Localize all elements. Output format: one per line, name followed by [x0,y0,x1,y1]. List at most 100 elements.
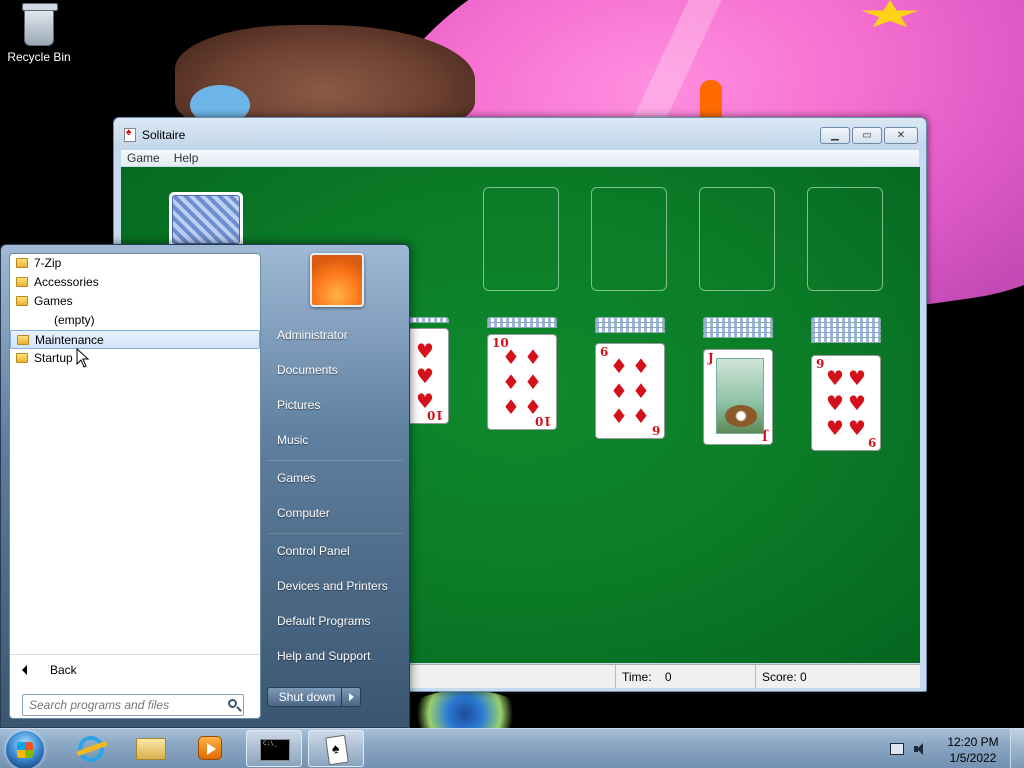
folder-icon [17,335,29,345]
program-folder-accessories[interactable]: Accessories [10,273,260,292]
close-button[interactable]: ✕ [884,127,918,144]
start-menu[interactable]: 7-Zip Accessories Games (empty) Maintena… [0,244,410,728]
recycle-bin-icon [22,3,58,46]
back-label: Back [50,663,77,677]
command-prompt-icon: C:\_ [260,739,290,761]
solitaire-menubar: Game Help [121,150,919,166]
card-rank-bottom: 9 [867,435,876,449]
program-label: 7-Zip [34,256,62,270]
taskbar-windows-explorer[interactable] [122,730,178,767]
facedown-card [595,327,665,333]
taskbar: C:\_ 12:20 PM 1/5/2022 [0,728,1024,768]
minimize-button[interactable]: ▁ [820,127,850,144]
link-computer[interactable]: Computer [267,499,403,534]
score-display: Score: 0 [755,665,920,689]
program-subitem-empty: (empty) [10,311,260,330]
foundation-slot[interactable] [591,187,667,291]
foundation-slot[interactable] [807,187,883,291]
window-title: Solitaire [142,128,186,142]
search-input[interactable] [29,697,219,713]
facedown-card [811,337,881,343]
link-games[interactable]: Games [267,464,403,499]
folder-icon [16,277,28,287]
link-pictures[interactable]: Pictures [267,391,403,426]
link-devices-and-printers[interactable]: Devices and Printers [267,572,403,607]
link-documents[interactable]: Documents [267,356,403,391]
wallpaper-bottom-shape [410,690,520,730]
back-arrow-icon [22,665,27,675]
taskbar-command-prompt[interactable]: C:\_ [246,730,302,767]
facedown-card [487,322,557,328]
stock-pile[interactable] [169,192,243,247]
maximize-button[interactable]: ▭ [852,127,882,144]
jack-face-art [716,358,764,434]
start-search-box[interactable] [22,694,244,716]
card-pips: ♥♥♥♥♥♥ [826,366,866,440]
card-rank-bottom: 6 [651,423,660,437]
tableau-card[interactable]: 9 ♥ ♥ ♥ ♥ ♥ ♥ 9 [811,355,881,451]
solitaire-icon [325,734,349,766]
folder-icon [16,296,28,306]
show-desktop-button[interactable] [1010,729,1024,768]
facedown-card [703,332,773,338]
menu-help[interactable]: Help [174,150,199,166]
start-button[interactable] [6,731,44,768]
program-folder-games[interactable]: Games [10,292,260,311]
score-label: Score: [762,670,797,684]
solitaire-app-icon [124,127,136,142]
folder-icon [16,258,28,268]
score-value: 0 [800,670,807,684]
clock-date: 1/5/2022 [949,751,997,765]
program-label: (empty) [54,313,95,327]
card-rank-bottom: J [762,429,768,443]
card-rank-bottom: 10 [535,414,552,428]
card-pips: ♦ ♦ ♦ ♦ ♦ ♦ [610,354,650,428]
windows-explorer-icon [136,738,166,760]
link-help-and-support[interactable]: Help and Support [267,642,403,677]
clock-time: 12:20 PM [947,735,999,749]
time-value: 0 [664,670,672,684]
recycle-bin-label: Recycle Bin [7,50,71,64]
program-folder-startup[interactable]: Startup [10,349,260,368]
network-icon[interactable] [890,743,904,755]
link-default-programs[interactable]: Default Programs [267,607,403,642]
foundation-slot[interactable] [699,187,775,291]
solitaire-titlebar[interactable]: Solitaire ▁ ▭ ✕ [114,118,926,150]
link-control-panel[interactable]: Control Panel [267,537,403,572]
taskbar-solitaire[interactable] [308,730,364,767]
folder-icon [16,353,28,363]
volume-icon[interactable] [914,743,926,755]
tableau-card[interactable]: 6 ♦ ♦ ♦ ♦ ♦ ♦ 6 [595,343,665,439]
foundation-slot[interactable] [483,187,559,291]
card-rank: J [708,351,714,365]
card-pips: ♦ ♦ ♦ ♦ ♦ ♦ [502,345,542,419]
program-folder-maintenance[interactable]: Maintenance [10,330,260,349]
tableau-card[interactable]: 10 ♦ ♦ ♦ ♦ ♦ ♦ 10 [487,334,557,430]
taskbar-internet-explorer[interactable] [62,730,118,767]
shutdown-options-button[interactable] [341,687,361,707]
minimize-icon: ▁ [831,130,839,141]
program-label: Accessories [34,275,99,289]
close-icon: ✕ [896,130,906,141]
shutdown-button[interactable]: Shut down [267,687,347,707]
tableau-card[interactable]: J J [703,349,773,445]
all-programs-list: 7-Zip Accessories Games (empty) Maintena… [10,254,260,368]
link-administrator[interactable]: Administrator [267,321,403,356]
media-player-icon [198,736,222,760]
card-rank-bottom: 10 [427,408,444,422]
recycle-bin[interactable]: Recycle Bin [6,3,72,64]
program-label: Games [34,294,73,308]
user-avatar[interactable] [310,253,364,307]
time-label: Time: [622,670,652,684]
maximize-icon: ▭ [862,130,872,141]
program-folder-7zip[interactable]: 7-Zip [10,254,260,273]
time-display: Time: 0 [615,665,755,689]
program-label: Maintenance [35,333,104,347]
link-music[interactable]: Music [267,426,403,461]
taskbar-media-player[interactable] [182,730,238,767]
search-icon[interactable] [228,699,237,708]
card-back [172,195,240,244]
menu-game[interactable]: Game [127,150,160,166]
taskbar-clock[interactable]: 12:20 PM 1/5/2022 [940,734,1006,766]
back-button[interactable]: Back [10,654,260,684]
